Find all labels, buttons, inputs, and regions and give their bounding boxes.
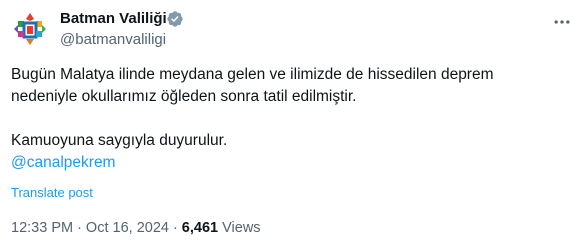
tweet-text-line: Bugün Malatya ilinde meydana gelen ve il… xyxy=(11,66,494,83)
mention-link[interactable]: @canalpekrem xyxy=(11,154,115,171)
tweet-time[interactable]: 12:33 PM xyxy=(11,220,73,236)
author-name[interactable]: Batman Valiliği xyxy=(60,9,167,29)
meta-separator: · xyxy=(172,220,178,236)
tweet-date[interactable]: Oct 16, 2024 xyxy=(86,220,169,236)
meta-separator: · xyxy=(77,220,82,236)
more-options-icon[interactable] xyxy=(552,12,572,32)
author-handle[interactable]: @batmanvaliligi xyxy=(60,30,166,50)
tweet-card: Batman Valiliği @batmanvaliligi Bugün Ma… xyxy=(0,0,583,248)
tweet-text-line: Kamuoyuna saygıyla duyurulur. xyxy=(11,132,228,149)
tweet-text-line: nedeniyle okullarımız öğleden sonra tati… xyxy=(11,88,357,105)
avatar[interactable] xyxy=(10,9,50,49)
batman-logo-icon xyxy=(10,9,50,49)
translate-post-link[interactable]: Translate post xyxy=(11,185,93,201)
views-count: 6,461 xyxy=(181,220,219,236)
verified-badge-icon xyxy=(167,11,183,27)
tweet-meta: 12:33 PM · Oct 16, 2024 · 6,461 Views xyxy=(11,218,261,238)
views-label: Views xyxy=(222,220,261,236)
tweet-text: Bugün Malatya ilinde meydana gelen ve il… xyxy=(11,64,571,174)
